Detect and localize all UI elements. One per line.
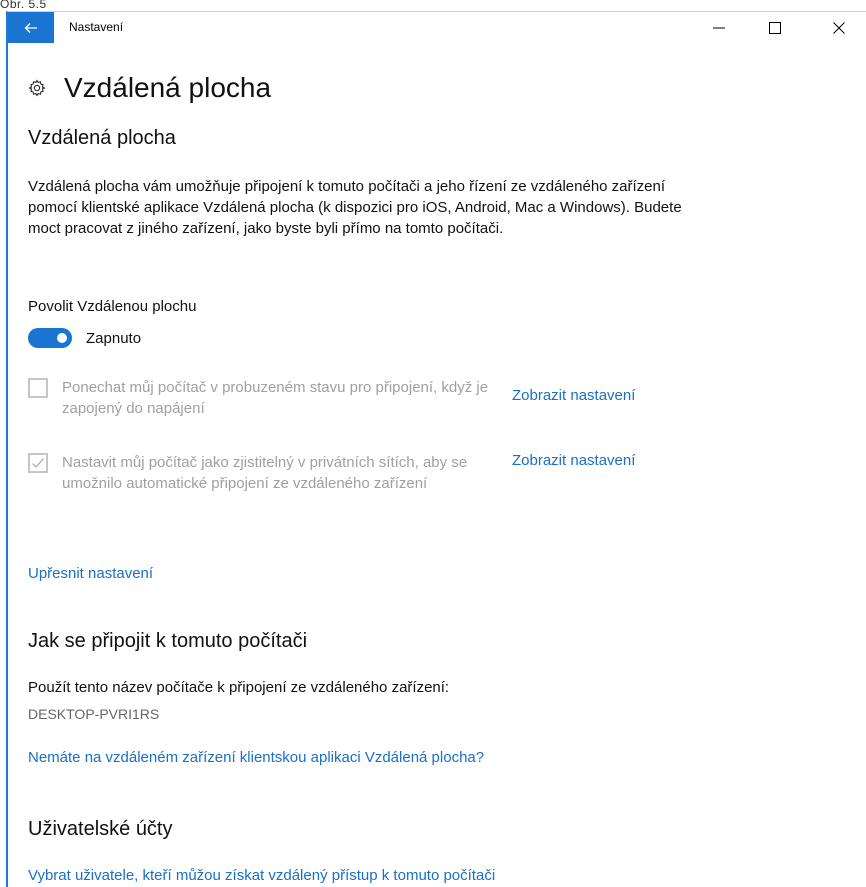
discoverable-show-settings-link[interactable]: Zobrazit nastavení [512,452,635,469]
discoverable-label: Nastavit můj počítač jako zjistitelný v … [62,454,468,492]
discoverable-option: Nastavit můj počítač jako zjistitelný v … [28,452,492,494]
keep-awake-checkbox[interactable] [28,378,48,398]
title-bar: Nastavení [8,12,866,43]
section-heading-user-accounts: Uživatelské účty [28,818,173,840]
page-title: Vzdálená plocha [28,72,271,104]
settings-window: Nastavení Vzdálená plocha Vzdálená ploch… [6,11,866,887]
close-icon [833,21,845,34]
back-button[interactable] [8,12,54,43]
pc-name: DESKTOP-PVRI1RS [28,706,160,722]
client-app-link[interactable]: Nemáte na vzdáleném zařízení klientskou … [28,749,484,766]
minimize-icon [713,27,725,28]
toggle-state-label: Zapnuto [86,329,142,347]
keep-awake-show-settings-link[interactable]: Zobrazit nastavení [512,387,635,404]
section-heading-how-to-connect: Jak se připojit k tomuto počítači [28,630,308,652]
remote-desktop-description: Vzdálená plocha vám umožňuje připojení k… [28,178,682,237]
enable-remote-desktop-toggle-row[interactable]: Zapnuto [28,328,141,348]
checkmark-icon [32,458,45,469]
select-users-link[interactable]: Vybrat uživatele, kteří můžou získat vzd… [28,865,648,886]
app-title: Nastavení [69,20,124,34]
advanced-settings-link[interactable]: Upřesnit nastavení [28,565,153,582]
enable-remote-desktop-toggle[interactable] [28,328,72,348]
maximize-icon [769,21,781,34]
minimize-button[interactable] [696,12,742,43]
back-arrow-icon [24,22,37,33]
close-button[interactable] [816,12,862,43]
gear-icon [28,79,46,97]
keep-awake-label: Ponechat můj počítač v probuzeném stavu … [62,379,489,417]
section-heading-remote-desktop: Vzdálená plocha [28,127,176,149]
enable-remote-desktop-label: Povolit Vzdálenou plochu [28,298,197,315]
figure-label: Obr. 5.5 [0,0,47,11]
maximize-button[interactable] [752,12,798,43]
connect-instructions: Použít tento název počítače k připojení … [28,679,450,696]
discoverable-checkbox[interactable] [28,453,48,473]
page-title-text: Vzdálená plocha [64,72,272,103]
keep-awake-option: Ponechat můj počítač v probuzeném stavu … [28,377,492,419]
